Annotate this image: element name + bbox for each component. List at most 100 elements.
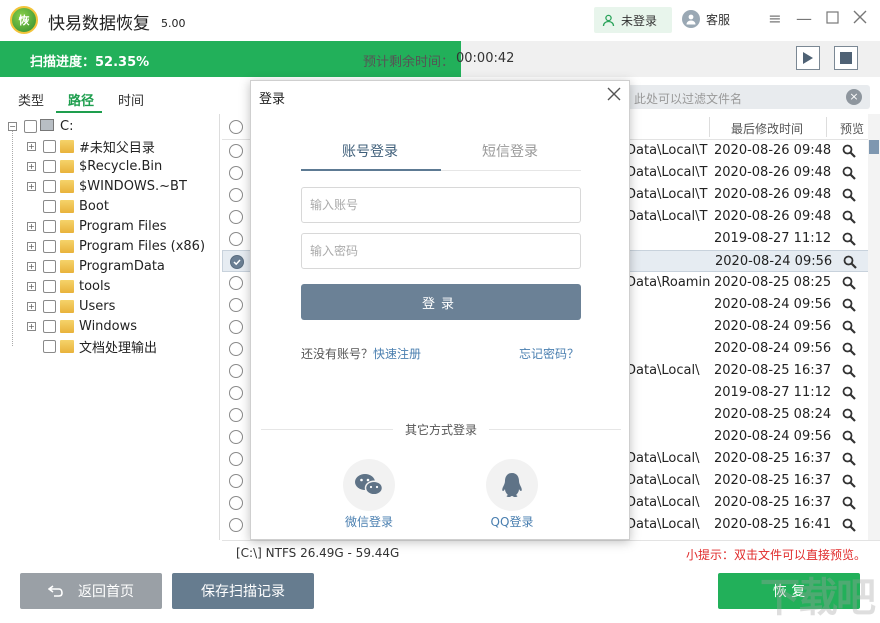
password-input[interactable] [302,234,580,268]
dialog-close-icon[interactable] [605,85,623,103]
row-checkbox[interactable] [229,342,243,356]
tree-item[interactable]: + Program Files [0,216,220,236]
header-modified[interactable]: 最后修改时间 [731,120,803,137]
minimize-icon[interactable]: — [795,10,813,28]
tree-item[interactable]: + ProgramData [0,256,220,276]
row-checkbox[interactable] [229,430,243,444]
list-scrollbar[interactable] [868,114,880,540]
row-checkbox[interactable] [229,364,243,378]
expand-icon[interactable]: + [27,322,36,331]
home-button[interactable]: 返回首页 [20,573,162,609]
tab-path[interactable]: 路径 [68,90,94,109]
stop-button[interactable] [834,46,858,70]
preview-magnifier-icon[interactable] [842,452,856,466]
forgot-password-link[interactable]: 忘记密码？ [519,345,579,362]
wechat-login-button[interactable] [343,459,395,511]
tree-checkbox[interactable] [43,199,56,213]
row-checkbox[interactable] [229,276,243,290]
preview-magnifier-icon[interactable] [842,430,856,444]
preview-magnifier-icon[interactable] [842,210,856,224]
customer-service-button[interactable]: 客服 [682,10,730,28]
clear-icon[interactable]: × [846,89,862,105]
row-checkbox[interactable] [230,255,244,269]
row-checkbox[interactable] [229,298,243,312]
tree-item[interactable]: + tools [0,276,220,296]
row-checkbox[interactable] [229,408,243,422]
tab-time[interactable]: 时间 [118,90,144,109]
tree-checkbox[interactable] [43,339,56,353]
row-checkbox[interactable] [229,496,243,510]
menu-icon[interactable]: ≡ [766,10,784,28]
login-submit-button[interactable]: 登录 [301,284,581,320]
preview-magnifier-icon[interactable] [842,144,856,158]
row-checkbox[interactable] [229,320,243,334]
tree-item[interactable]: 文档处理输出 [0,336,220,356]
preview-magnifier-icon[interactable] [842,276,856,290]
preview-magnifier-icon[interactable] [842,364,856,378]
preview-magnifier-icon[interactable] [842,474,856,488]
tree-checkbox[interactable] [43,159,56,173]
tree-checkbox[interactable] [43,219,56,233]
tree-item[interactable]: + Users [0,296,220,316]
tree-checkbox[interactable] [43,279,56,293]
close-icon[interactable] [851,10,869,28]
row-checkbox[interactable] [229,210,243,224]
tab-type[interactable]: 类型 [18,90,44,109]
row-checkbox[interactable] [229,166,243,180]
expand-icon[interactable]: + [27,242,36,251]
account-field[interactable] [301,187,581,223]
preview-magnifier-icon[interactable] [842,298,856,312]
tree-item[interactable]: + $Recycle.Bin [0,156,220,176]
tab-sms-login[interactable]: 短信登录 [482,141,538,161]
tree-checkbox[interactable] [43,179,56,193]
scrollbar-thumb[interactable] [869,140,879,154]
preview-magnifier-icon[interactable] [842,518,856,532]
tree-checkbox[interactable] [43,139,56,153]
collapse-icon[interactable]: − [8,121,17,131]
preview-magnifier-icon[interactable] [842,166,856,180]
row-checkbox[interactable] [229,144,243,158]
tree-item[interactable]: + Program Files (x86) [0,236,220,256]
row-checkbox[interactable] [229,518,243,532]
expand-icon[interactable]: + [27,182,36,191]
expand-icon[interactable]: + [27,142,36,151]
tree-item[interactable]: + #未知父目录 [0,136,220,156]
expand-icon[interactable]: + [27,222,36,231]
tree-root[interactable]: − C: [0,116,220,136]
play-button[interactable] [796,46,820,70]
qq-login-button[interactable] [486,459,538,511]
login-status-button[interactable]: 未登录 [594,7,672,33]
expand-icon[interactable]: + [27,282,36,291]
row-checkbox[interactable] [229,232,243,246]
preview-magnifier-icon[interactable] [842,408,856,422]
tree-checkbox[interactable] [43,319,56,333]
tree-checkbox[interactable] [24,119,37,133]
filename-filter[interactable]: 此处可以过滤文件名 × [626,85,870,109]
preview-magnifier-icon[interactable] [842,342,856,356]
select-all-radio[interactable] [229,120,243,134]
wechat-login-label[interactable]: 微信登录 [329,513,409,530]
preview-magnifier-icon[interactable] [842,232,856,246]
qq-login-label[interactable]: QQ登录 [472,513,552,530]
account-input[interactable] [302,188,580,222]
tree-item[interactable]: + $WINDOWS.~BT [0,176,220,196]
password-field[interactable] [301,233,581,269]
row-checkbox[interactable] [229,188,243,202]
tree-checkbox[interactable] [43,259,56,273]
expand-icon[interactable]: + [27,302,36,311]
tree-item[interactable]: + Windows [0,316,220,336]
tree-checkbox[interactable] [43,299,56,313]
register-link[interactable]: 快速注册 [373,347,421,361]
maximize-icon[interactable] [823,10,841,28]
row-checkbox[interactable] [229,386,243,400]
save-scan-button[interactable]: 保存扫描记录 [172,573,314,609]
preview-magnifier-icon[interactable] [843,255,857,269]
expand-icon[interactable]: + [27,162,36,171]
tab-account-login[interactable]: 账号登录 [342,141,398,161]
row-checkbox[interactable] [229,474,243,488]
expand-icon[interactable]: + [27,262,36,271]
row-checkbox[interactable] [229,452,243,466]
preview-magnifier-icon[interactable] [842,386,856,400]
preview-magnifier-icon[interactable] [842,496,856,510]
preview-magnifier-icon[interactable] [842,188,856,202]
